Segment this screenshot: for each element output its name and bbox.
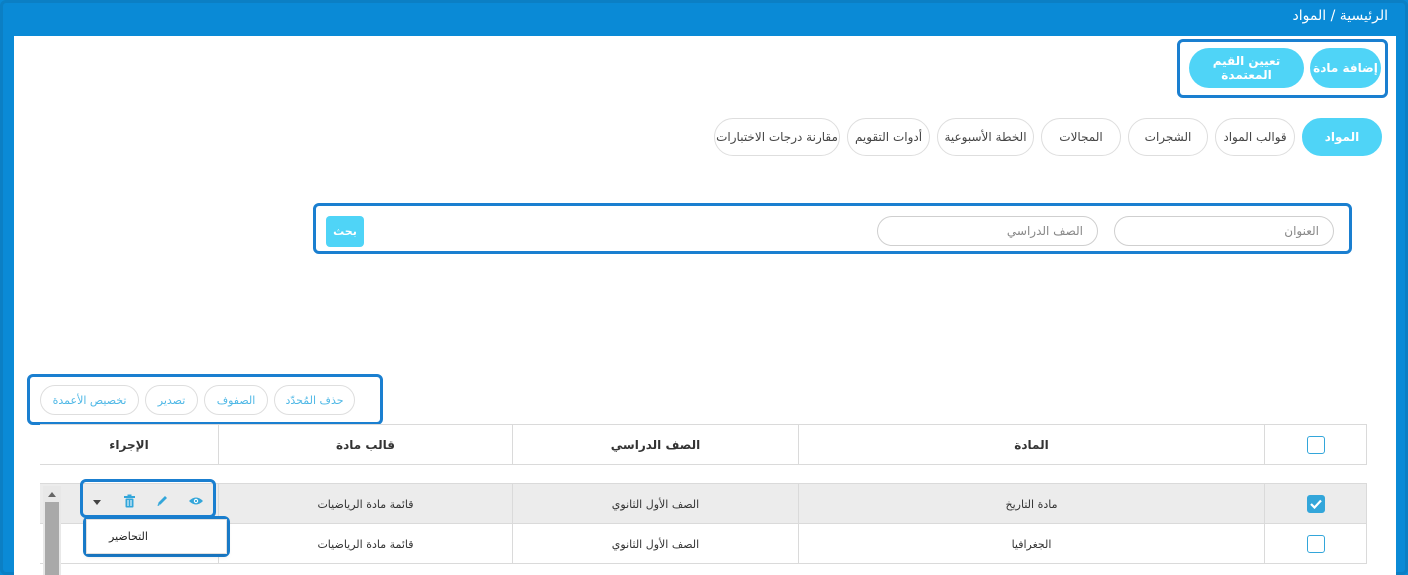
- row-select-cell: [1264, 484, 1367, 524]
- scroll-up-icon[interactable]: [47, 490, 57, 498]
- filter-row: [40, 465, 1367, 484]
- tab-subjects[interactable]: المواد: [1302, 118, 1382, 156]
- table-scrollbar[interactable]: [43, 486, 61, 575]
- row-select-cell: [1264, 524, 1367, 564]
- table-row[interactable]: مادة التاريخ الصف الأول الثانوي قائمة ما…: [40, 484, 1367, 524]
- subject-cell: الجغرافيا: [798, 524, 1264, 564]
- table-header: المادة الصف الدراسي قالب مادة الإجراء: [40, 424, 1367, 465]
- customize-columns-button[interactable]: تخصيص الأعمدة: [40, 385, 139, 415]
- pencil-icon[interactable]: [156, 494, 169, 507]
- template-cell: قائمة مادة الرياضيات: [218, 484, 512, 524]
- breadcrumb: الرئيسية / المواد: [1292, 8, 1388, 24]
- delete-selected-button[interactable]: حذف المُحدّد: [274, 385, 355, 415]
- grade-cell: الصف الأول الثانوي: [512, 524, 798, 564]
- row-checkbox[interactable]: [1306, 535, 1325, 553]
- assign-values-button[interactable]: تعيين القيم المعتمدة: [1189, 48, 1304, 88]
- tab-domains[interactable]: المجالات: [1041, 118, 1121, 156]
- dropdown-item-preparations[interactable]: التحاضير: [109, 530, 148, 543]
- search-button[interactable]: بحث: [326, 216, 364, 247]
- scroll-thumb[interactable]: [45, 502, 59, 575]
- action-dropdown-menu: التحاضير: [86, 519, 227, 554]
- grade-search-input[interactable]: الصف الدراسي: [877, 216, 1098, 246]
- tab-compare-test-scores[interactable]: مقارنة درجات الاختبارات: [714, 118, 840, 156]
- check-icon: [1309, 499, 1322, 509]
- title-search-input[interactable]: العنوان: [1114, 216, 1334, 246]
- template-cell: قائمة مادة الرياضيات: [218, 524, 512, 564]
- subjects-table: المادة الصف الدراسي قالب مادة الإجراء ما…: [40, 424, 1367, 575]
- tab-weekly-plan[interactable]: الخطة الأسبوعية: [937, 118, 1034, 156]
- tab-trees[interactable]: الشجرات: [1128, 118, 1208, 156]
- header-grade: الصف الدراسي: [512, 425, 798, 465]
- eye-icon[interactable]: [188, 496, 204, 506]
- select-all-checkbox[interactable]: [1306, 436, 1325, 454]
- row-checkbox[interactable]: [1306, 495, 1325, 513]
- header-select-all: [1264, 425, 1367, 465]
- table-row[interactable]: الجغرافيا الصف الأول الثانوي قائمة مادة …: [40, 524, 1367, 564]
- caret-down-icon[interactable]: [92, 500, 102, 506]
- rows-button[interactable]: الصفوف: [204, 385, 268, 415]
- grade-cell: الصف الأول الثانوي: [512, 484, 798, 524]
- header-subject: المادة: [798, 425, 1264, 465]
- header-template: قالب مادة: [218, 425, 512, 465]
- add-subject-button[interactable]: إضافة مادة: [1310, 48, 1381, 88]
- trash-icon[interactable]: [123, 494, 136, 508]
- header-action: الإجراء: [109, 438, 149, 452]
- export-button[interactable]: تصدير: [145, 385, 198, 415]
- tab-assessment-tools[interactable]: أدوات التقويم: [847, 118, 930, 156]
- subject-cell: مادة التاريخ: [798, 484, 1264, 524]
- tab-subject-templates[interactable]: قوالب المواد: [1215, 118, 1295, 156]
